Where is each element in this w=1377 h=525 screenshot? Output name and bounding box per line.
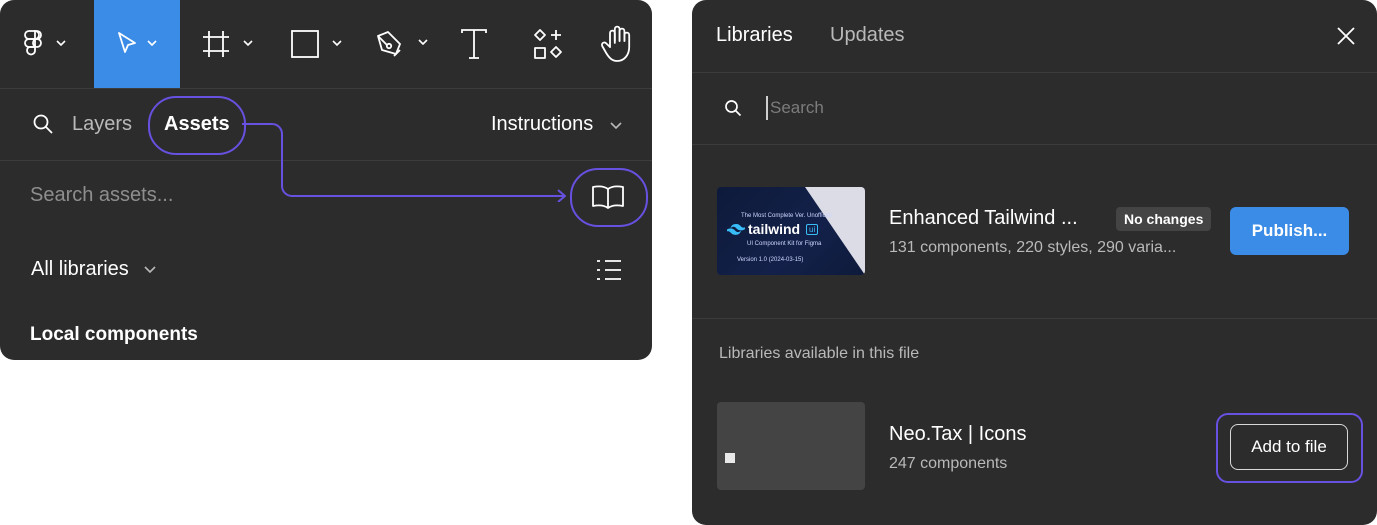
library-search xyxy=(692,72,1377,145)
move-tool-button[interactable] xyxy=(94,0,180,88)
hand-icon xyxy=(601,25,631,62)
text-t-icon xyxy=(461,29,487,59)
search-icon[interactable] xyxy=(32,113,54,135)
library-details: 131 components, 220 styles, 290 varia... xyxy=(889,239,1177,256)
dialog-header: Libraries Updates xyxy=(692,0,1377,73)
shape-tool-button[interactable] xyxy=(284,0,350,88)
add-to-file-highlight xyxy=(1216,413,1363,483)
main-menu-button[interactable] xyxy=(14,0,76,88)
library-thumbnail: The Most Complete Ver. Unofficial tailwi… xyxy=(717,187,865,275)
pen-tool-button[interactable] xyxy=(370,0,436,88)
publish-button[interactable]: Publish... xyxy=(1230,207,1349,255)
toolbar xyxy=(0,0,652,89)
tab-layers[interactable]: Layers xyxy=(72,113,132,136)
search-icon xyxy=(725,100,742,117)
hand-tool-button[interactable] xyxy=(596,0,640,88)
cursor-arrow-icon xyxy=(118,32,157,53)
section-title-local-components: Local components xyxy=(30,324,198,345)
tab-libraries[interactable]: Libraries xyxy=(716,24,793,47)
available-libraries-header: Libraries available in this file xyxy=(719,345,920,362)
available-library-details: 247 components xyxy=(889,455,1008,472)
library-filter-dropdown[interactable]: All libraries xyxy=(31,258,129,281)
library-search-input[interactable] xyxy=(766,96,1330,120)
rectangle-icon xyxy=(291,30,342,58)
tailwind-logo-icon xyxy=(727,224,745,235)
thumbnail-subtitle: UI Component Kit for Figma xyxy=(747,241,822,247)
chevron-down-icon xyxy=(610,122,622,130)
available-library-name: Neo.Tax | Icons xyxy=(889,423,1027,445)
current-library-row: The Most Complete Ver. Unofficial tailwi… xyxy=(692,145,1377,319)
pen-tool-icon xyxy=(377,31,428,57)
library-button-highlight xyxy=(570,168,648,227)
frame-tool-button[interactable] xyxy=(198,0,262,88)
tab-updates[interactable]: Updates xyxy=(830,24,905,47)
list-view-icon[interactable] xyxy=(596,258,622,282)
thumbnail-brand: tailwind xyxy=(748,221,801,237)
library-thumbnail xyxy=(717,402,865,490)
libraries-dialog: Libraries Updates The Most Complete Ver.… xyxy=(692,0,1377,525)
resources-tool-button[interactable] xyxy=(526,0,570,88)
thumbnail-tagline: The Most Complete Ver. Unofficial xyxy=(741,213,832,219)
connector-arrow xyxy=(242,123,566,202)
frame-hash-icon xyxy=(203,31,253,57)
chevron-down-icon xyxy=(144,266,156,274)
components-icon xyxy=(534,29,562,59)
thumbnail-version: Version 1.0 (2024-03-15) xyxy=(737,257,804,263)
library-name: Enhanced Tailwind ... xyxy=(889,207,1078,229)
status-badge: No changes xyxy=(1116,207,1212,231)
figma-logo-icon xyxy=(24,30,66,56)
assets-tab-highlight xyxy=(148,96,246,155)
thumbnail-brand-badge: ui xyxy=(806,224,819,235)
text-tool-button[interactable] xyxy=(454,0,494,88)
close-icon[interactable] xyxy=(1336,26,1356,46)
